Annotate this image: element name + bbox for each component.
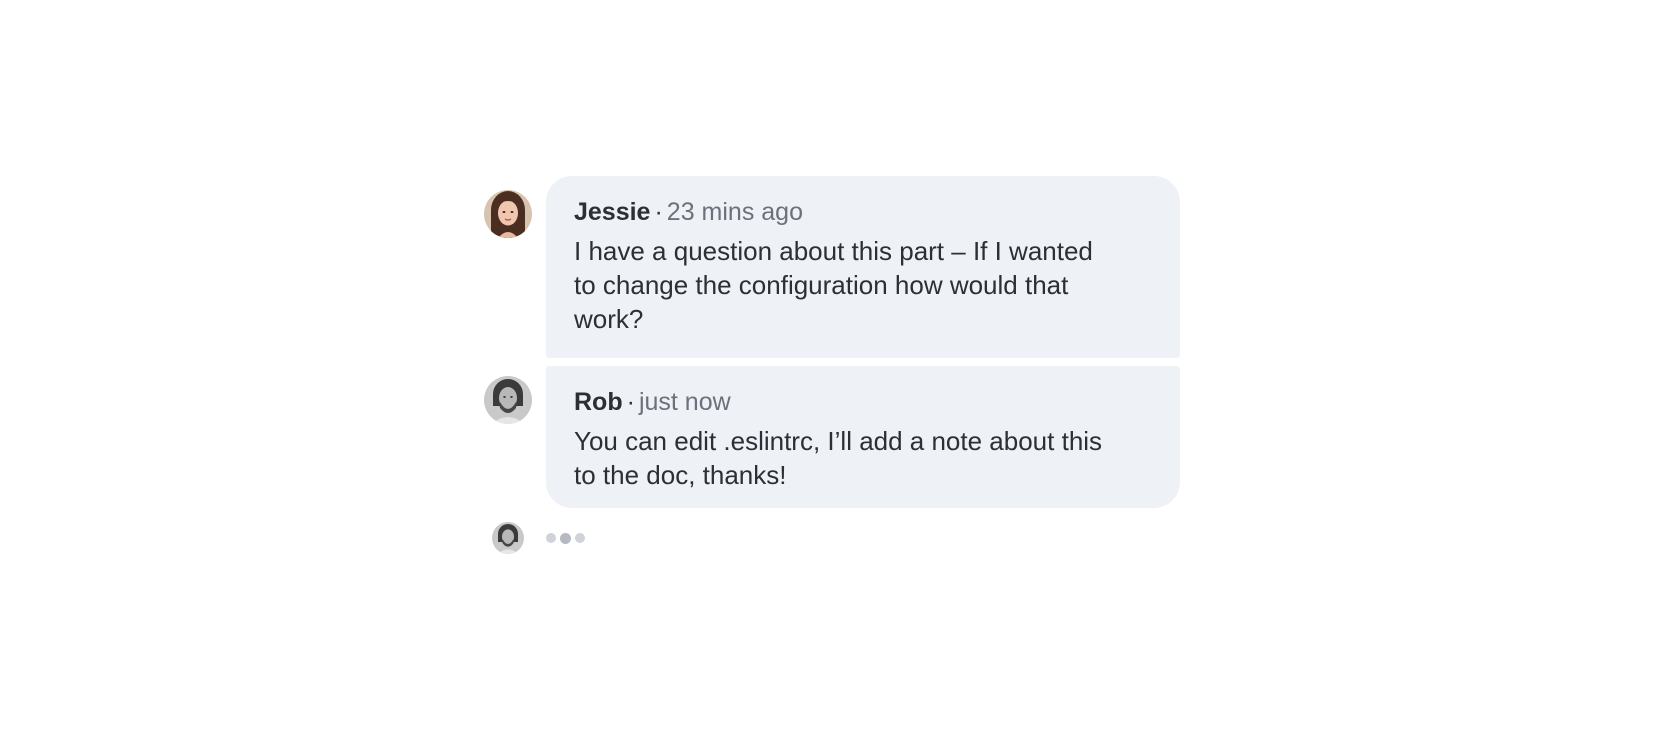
comment-bubble: Jessie · 23 mins ago I have a question abo…: [546, 176, 1180, 358]
comment-meta: Jessie · 23 mins ago: [574, 196, 1152, 228]
typing-dots: [546, 532, 585, 544]
comment-timestamp: 23 mins ago: [666, 198, 803, 226]
typing-dot: [560, 532, 571, 544]
comment-text: I have a question about this part – If I…: [574, 236, 1093, 334]
jessie-avatar[interactable]: [484, 190, 532, 238]
comment-avatar-column: [484, 176, 532, 238]
typing-indicator: [492, 522, 585, 554]
comment-author[interactable]: Jessie: [574, 198, 650, 226]
typing-user-avatar: [492, 522, 524, 554]
typing-dot: [546, 533, 556, 543]
comment-bubble: Rob · just now You can edit .eslintrc, I’l…: [546, 366, 1180, 508]
comment-text: You can edit .eslintrc, I’ll add a note …: [574, 426, 1103, 490]
comment-timestamp: just now: [638, 388, 731, 416]
meta-separator: ·: [626, 388, 635, 416]
comment-author[interactable]: Rob: [574, 388, 623, 416]
person-avatar-male-icon: [484, 376, 532, 424]
comment-meta: Rob · just now: [574, 386, 1152, 418]
person-avatar-male-icon: [492, 522, 524, 554]
person-avatar-female-icon: [484, 190, 532, 238]
typing-dot: [575, 533, 585, 543]
meta-separator: ·: [654, 198, 663, 226]
rob-avatar[interactable]: [484, 376, 532, 424]
comment-avatar-column: [484, 362, 532, 424]
